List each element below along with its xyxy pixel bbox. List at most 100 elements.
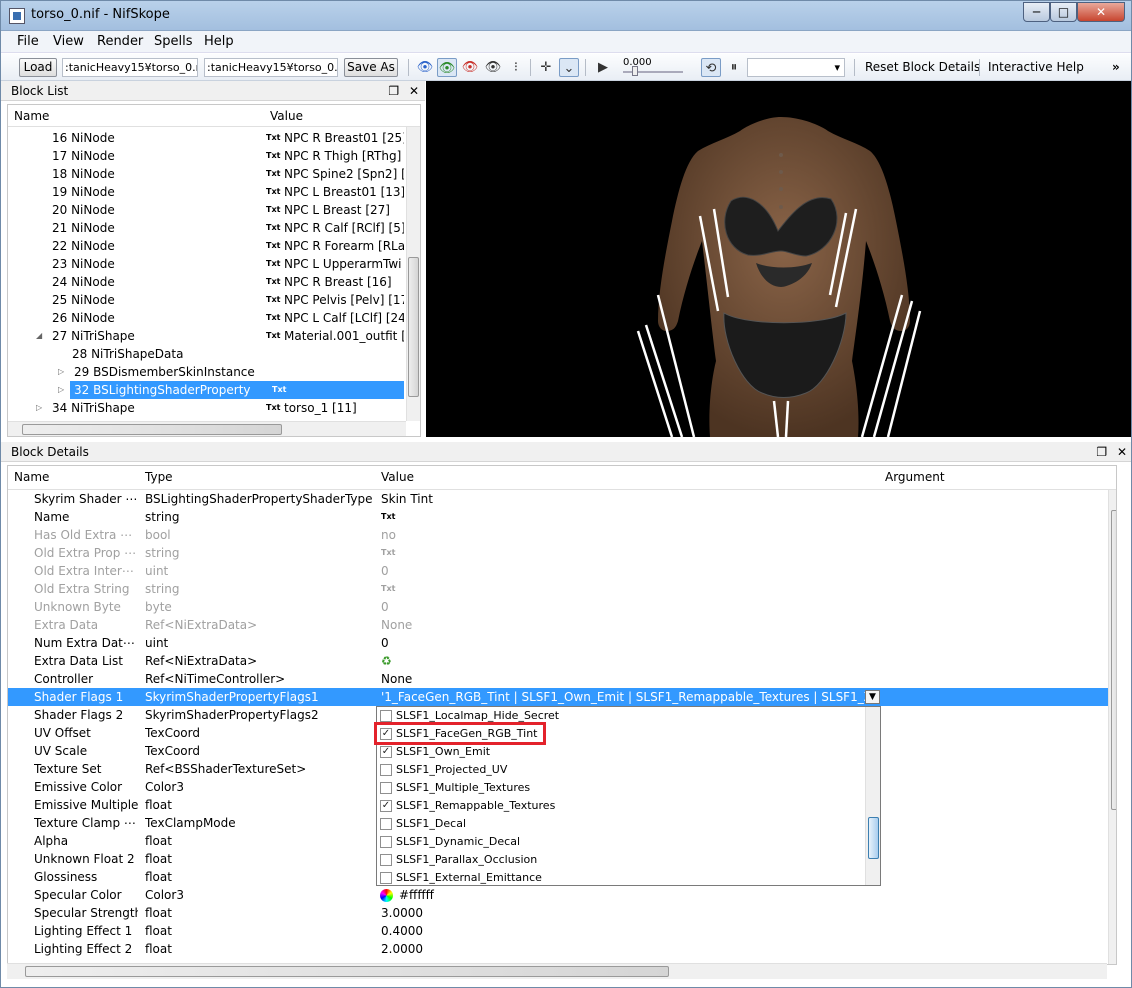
tree-row[interactable]: ▷ 29 BSDismemberSkinInstance — [8, 363, 406, 381]
flag-option[interactable]: SLSF1_External_Emittance — [377, 869, 865, 885]
detail-row[interactable]: Name string Txt — [8, 508, 1108, 526]
float-icon[interactable]: ❐ — [1096, 445, 1107, 459]
checkbox-checked[interactable]: ✓ — [380, 746, 392, 758]
scroll-thumb[interactable] — [868, 817, 879, 859]
detail-row[interactable]: Has Old Extra ⋯ bool no — [8, 526, 1108, 544]
flag-option[interactable]: ✓ SLSF1_Remappable_Textures — [377, 797, 865, 815]
detail-row[interactable]: Skyrim Shader ⋯ BSLightingShaderPropertyS… — [8, 490, 1108, 508]
detail-row[interactable]: Lighting Effect 2 float 2.0000 — [8, 940, 1108, 958]
detail-row[interactable]: Shader Flags 1 SkyrimShaderPropertyFlags1… — [8, 688, 1108, 706]
detail-row[interactable]: Old Extra Inter⋯ uint 0 — [8, 562, 1108, 580]
time-slider-handle[interactable] — [632, 66, 638, 76]
view-eye-green-icon[interactable]: 👁 — [437, 58, 457, 77]
minimize-button[interactable]: ─ — [1023, 2, 1050, 22]
tree-row[interactable]: 22 NiNode Txt NPC R Forearm [RLa — [8, 237, 406, 255]
tree-row[interactable]: 19 NiNode Txt NPC L Breast01 [13] — [8, 183, 406, 201]
detail-row[interactable]: Num Extra Dat⋯ uint 0 — [8, 634, 1108, 652]
shader-flags-combo[interactable]: '1_FaceGen_RGB_Tint | SLSF1_Own_Emit | S… — [381, 688, 869, 706]
footprints-icon[interactable]: ⁝ — [506, 58, 526, 77]
tree-row[interactable]: ▷ 32 BSLightingShaderProperty Txt — [8, 381, 406, 399]
column-argument[interactable]: Argument — [885, 470, 945, 484]
reset-block-details-button[interactable]: Reset Block Details — [865, 60, 980, 74]
menu-spells[interactable]: Spells — [154, 34, 193, 49]
scroll-thumb[interactable] — [1111, 510, 1116, 810]
menu-view[interactable]: View — [53, 34, 84, 49]
detail-row[interactable]: Specular Color Color3 #ffffff — [8, 886, 1108, 904]
loop-icon[interactable]: ⟲ — [701, 58, 721, 77]
flags-combo-dropdown-button[interactable]: ▼ — [865, 690, 880, 704]
block-details-vscroll[interactable] — [1108, 490, 1116, 964]
tree-row[interactable]: 28 NiTriShapeData — [8, 345, 406, 363]
camera-dropdown-icon[interactable]: ⌄ — [559, 58, 579, 77]
flag-option[interactable]: SLSF1_Dynamic_Decal — [377, 833, 865, 851]
tree-row[interactable]: 21 NiNode Txt NPC R Calf [RClf] [5] — [8, 219, 406, 237]
play-icon[interactable]: ▶ — [593, 58, 613, 77]
block-list-hscroll[interactable] — [8, 421, 406, 436]
load-button[interactable]: Load — [19, 58, 57, 77]
detail-row[interactable]: Extra Data Ref<NiExtraData> None — [8, 616, 1108, 634]
detail-row[interactable]: Specular Strength float 3.0000 — [8, 904, 1108, 922]
save-as-button[interactable]: Save As — [344, 58, 398, 77]
column-value[interactable]: Value — [381, 470, 414, 484]
tree-row[interactable]: 24 NiNode Txt NPC R Breast [16] — [8, 273, 406, 291]
flag-option[interactable]: ✓ SLSF1_Own_Emit — [377, 743, 865, 761]
tree-row[interactable]: 17 NiNode Txt NPC R Thigh [RThg] — [8, 147, 406, 165]
column-name[interactable]: Name — [14, 109, 49, 123]
tree-row[interactable]: 20 NiNode Txt NPC L Breast [27] — [8, 201, 406, 219]
tree-row[interactable]: ◢ 27 NiTriShape Txt Material.001_outfit [ — [8, 327, 406, 345]
animation-select[interactable]: ▾ — [747, 58, 845, 77]
close-button[interactable]: ✕ — [1077, 2, 1125, 22]
column-type[interactable]: Type — [145, 470, 173, 484]
close-icon[interactable]: ✕ — [409, 84, 419, 98]
flag-option[interactable]: SLSF1_Multiple_Textures — [377, 779, 865, 797]
scroll-thumb[interactable] — [408, 257, 419, 397]
maximize-button[interactable]: □ — [1050, 2, 1077, 22]
float-icon[interactable]: ❐ — [388, 84, 399, 98]
checkbox-checked[interactable]: ✓ — [380, 800, 392, 812]
color-wheel-icon[interactable] — [380, 889, 393, 902]
render-viewport[interactable] — [426, 81, 1131, 437]
view-eye-gray-icon[interactable]: 👁 — [483, 58, 503, 77]
flag-option[interactable]: SLSF1_Decal — [377, 815, 865, 833]
checkbox[interactable] — [380, 818, 392, 830]
detail-row[interactable]: Old Extra Prop ⋯ string Txt — [8, 544, 1108, 562]
flag-option[interactable]: SLSF1_Projected_UV — [377, 761, 865, 779]
expand-arrow-icon[interactable]: ▷ — [36, 399, 42, 417]
block-details-hscroll[interactable] — [7, 963, 1107, 979]
dropdown-vscroll[interactable] — [865, 707, 880, 885]
detail-row[interactable]: Unknown Byte byte 0 — [8, 598, 1108, 616]
flag-option[interactable]: SLSF1_Parallax_Occlusion — [377, 851, 865, 869]
close-icon[interactable]: ✕ — [1117, 445, 1127, 459]
detail-row[interactable]: Lighting Effect 1 float 0.4000 — [8, 922, 1108, 940]
collapse-arrow-icon[interactable]: ◢ — [36, 327, 42, 345]
toolbar-overflow-icon[interactable]: » — [1112, 60, 1120, 74]
tree-row[interactable]: 25 NiNode Txt NPC Pelvis [Pelv] [17 — [8, 291, 406, 309]
checkbox[interactable] — [380, 782, 392, 794]
detail-row[interactable]: Extra Data List Ref<NiExtraData> ♻ — [8, 652, 1108, 670]
interactive-help-button[interactable]: Interactive Help — [988, 60, 1084, 74]
detail-row[interactable]: Old Extra String string Txt — [8, 580, 1108, 598]
load-path-field[interactable]: :tanicHeavy15¥torso_0.nif — [62, 58, 198, 77]
view-eye-blue-icon[interactable]: 👁 — [415, 58, 435, 77]
column-value[interactable]: Value — [270, 109, 303, 123]
tree-row[interactable]: 23 NiNode Txt NPC L UpperarmTwi — [8, 255, 406, 273]
checkbox[interactable] — [380, 710, 392, 722]
expand-arrow-icon[interactable]: ▷ — [58, 381, 64, 399]
scroll-thumb[interactable] — [22, 424, 282, 435]
checkbox[interactable] — [380, 854, 392, 866]
menu-render[interactable]: Render — [97, 34, 143, 49]
checkbox[interactable] — [380, 764, 392, 776]
block-list-vscroll[interactable] — [406, 127, 420, 421]
checkbox[interactable] — [380, 836, 392, 848]
view-eye-red-icon[interactable]: 👁 — [460, 58, 480, 77]
tree-row[interactable]: 18 NiNode Txt NPC Spine2 [Spn2] [ — [8, 165, 406, 183]
tree-row[interactable]: ▷ 34 NiTriShape Txt torso_1 [11] — [8, 399, 406, 417]
menu-help[interactable]: Help — [204, 34, 234, 49]
detail-row[interactable]: Controller Ref<NiTimeController> None — [8, 670, 1108, 688]
save-path-field[interactable]: :tanicHeavy15¥torso_0.nif — [204, 58, 338, 77]
checkbox[interactable] — [380, 872, 392, 884]
expand-arrow-icon[interactable]: ▷ — [58, 363, 64, 381]
tree-row[interactable]: 16 NiNode Txt NPC R Breast01 [25] — [8, 129, 406, 147]
frame-switch-icon[interactable]: ⏸ — [724, 58, 744, 77]
scroll-thumb[interactable] — [25, 966, 669, 977]
